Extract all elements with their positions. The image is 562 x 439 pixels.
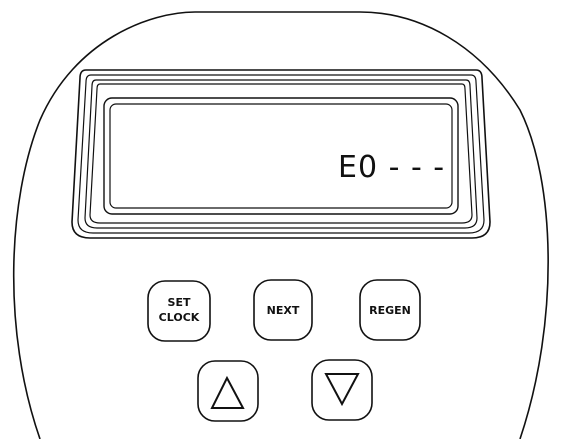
- regen-button[interactable]: [360, 280, 420, 340]
- panel-artwork: [12, 11, 549, 439]
- set-clock-button[interactable]: [148, 281, 210, 341]
- next-button[interactable]: [254, 280, 312, 340]
- housing-outline: [12, 11, 549, 439]
- up-button[interactable]: [198, 361, 258, 421]
- lcd-readout: E0 - - -: [338, 150, 446, 185]
- controller-panel: E0 - - - SET CLOCK NEXT REGEN: [0, 0, 562, 439]
- down-button[interactable]: [312, 360, 372, 420]
